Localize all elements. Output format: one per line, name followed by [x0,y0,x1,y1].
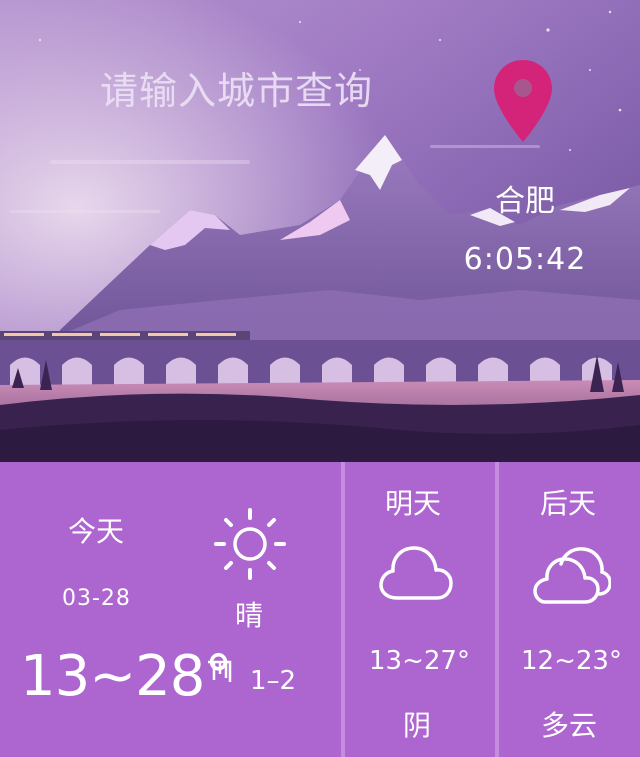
city-search-input[interactable] [100,66,430,118]
forecast-day-after[interactable]: 后天 12~23° 多云 [499,462,640,757]
after-condition: 多云 [541,709,598,742]
after-temp: 12~23° [521,646,622,676]
cloud-icon [379,546,453,600]
wind-icon [208,660,232,682]
today-temp: 13~28° [20,644,232,709]
today-label: 今天 [68,515,125,548]
tomorrow-temp: 13~27° [369,646,470,676]
location-city: 合肥 [495,184,555,219]
today-date: 03-28 [62,586,131,611]
hero-scene: .search-text::placeholder { color: rgba(… [0,0,640,462]
forecast-today[interactable]: 今天 03-28 13~28° 晴 1–2 [0,462,341,757]
location-pin-icon[interactable] [491,58,555,144]
tomorrow-condition: 阴 [403,709,432,742]
location-time: 6:05:42 [463,242,587,277]
forecast-tomorrow[interactable]: 明天 13~27° 阴 [345,462,495,757]
today-condition: 晴 [235,599,264,632]
today-wind-level: 1–2 [250,666,297,696]
tomorrow-label: 明天 [385,487,442,520]
clouds-icon [533,547,611,604]
after-label: 后天 [540,487,597,520]
sun-icon [214,508,286,580]
forecast-panel: 今天 03-28 13~28° 晴 1–2 明天 13~27° 阴 后天 12~… [0,462,640,757]
